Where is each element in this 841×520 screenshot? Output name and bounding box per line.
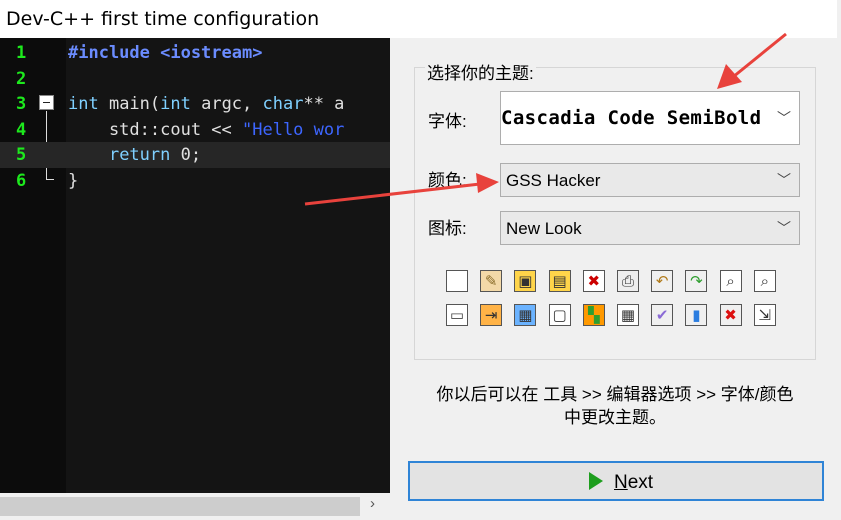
theme-hint-line-2: 中更改主题。 [564,408,666,427]
title-bar-edge [837,0,841,38]
grid-icon: ▦ [617,304,639,326]
icon-label: 图标: [428,219,467,238]
line-number: 1 [16,43,27,63]
arrow-right-icon [589,472,603,490]
horizontal-scrollbar[interactable]: › [0,493,390,520]
open-file-icon: ✎ [480,270,503,292]
code-line: 6} [0,168,390,194]
color-select-value: GSS Hacker [506,171,601,190]
line-number: 5 [16,145,27,166]
insert-icon: ⇥ [480,304,503,326]
undo-icon: ↶ [651,270,674,292]
font-label: 字体: [428,112,467,131]
next-button[interactable]: Next [408,461,824,501]
next-button-label: Next [614,472,654,493]
color-label: 颜色: [428,171,467,190]
code-line: 4 std::cout << "Hello wor [0,117,390,143]
code-preview: 1 #include <iostream> 2 3 int main(int argc,… [0,38,390,493]
layout-icon: ▚ [582,304,605,326]
print-icon: ⎙ [617,270,639,292]
replace-icon: ⌕ [753,270,776,292]
code-text: } [68,171,79,191]
line-number: 3 [16,94,27,115]
chevron-down-icon: ﹀ [777,110,791,126]
theme-hint-text: 你以后可以在 工具 >> 编辑器选项 >> 字体/颜色 中更改主题。 [400,383,830,429]
title-bar: Dev-C++ first time configuration [0,0,841,38]
delete-icon: ✖ [719,304,742,326]
icon-set-select-value: New Look [506,219,582,238]
window-title: Dev-C++ first time configuration [6,8,320,30]
find-icon: ⌕ [719,270,742,292]
code-line: 3 int main(int argc, char** a [0,91,390,117]
check-icon: ✔ [651,304,674,326]
code-text: #include <iostream> [68,43,263,63]
font-select[interactable]: Cascadia Code SemiBold ﹀ [500,91,800,145]
line-number: 2 [16,68,27,89]
font-select-value: Cascadia Code SemiBold [501,107,762,129]
code-line: 5 return 0; [0,142,390,169]
chart-icon: ▮ [685,304,708,326]
class-browser-icon: ▦ [514,304,537,326]
scrollbar-thumb[interactable] [0,497,360,516]
save-all-icon: ▤ [548,270,571,292]
icon-set-select[interactable]: New Look ﹀ [500,211,800,245]
project-icon: ▭ [446,304,468,326]
line-number: 6 [16,171,27,191]
new-file-icon [446,270,468,292]
line-number: 4 [16,119,27,140]
redo-icon: ↷ [685,270,708,292]
code-text: std::cout << "Hello wor [68,119,345,140]
code-text: int main(int argc, char** a [68,94,345,115]
chevron-down-icon: ﹀ [777,172,791,188]
goto-icon: ⇲ [753,304,776,326]
window-icon: ▢ [548,304,571,326]
code-text: return 0; [108,145,202,166]
close-file-icon: ✖ [582,270,605,292]
color-select[interactable]: GSS Hacker ﹀ [500,163,800,197]
theme-hint-line-1: 你以后可以在 工具 >> 编辑器选项 >> 字体/颜色 [436,385,794,404]
theme-group-label: 选择你的主题: [425,59,536,84]
save-icon: ▣ [514,270,537,292]
chevron-down-icon: ﹀ [777,220,791,236]
code-line: 2 [0,66,390,92]
scroll-right-icon[interactable]: › [370,495,375,512]
code-line: 1 #include <iostream> [0,40,390,66]
